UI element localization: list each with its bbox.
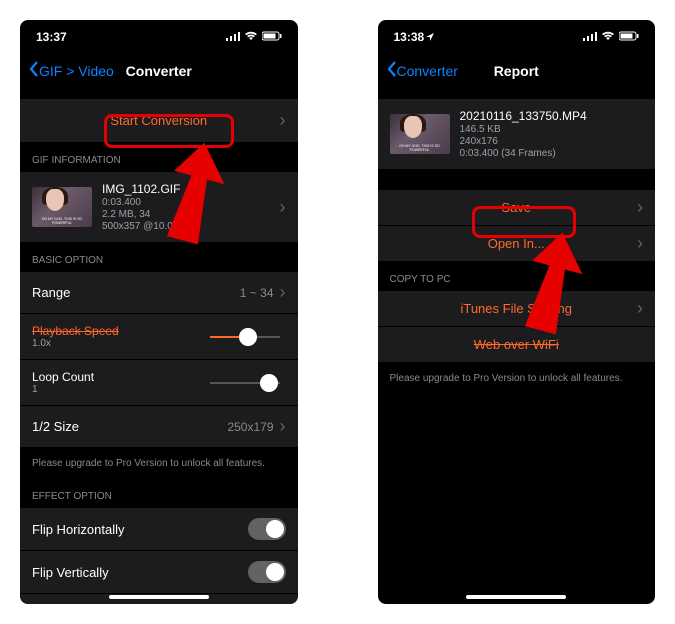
right-phone: 13:38 Converter Report	[378, 20, 656, 604]
gif-thumbnail	[32, 187, 92, 227]
file-dims: 500x357 @10.0fps	[102, 221, 280, 232]
chevron-right-icon: ›	[280, 197, 286, 218]
section-basic: BASIC OPTION	[20, 243, 298, 272]
location-icon	[426, 30, 434, 44]
flip-h-toggle[interactable]	[248, 518, 286, 540]
range-label: Range	[32, 285, 240, 300]
itunes-label: iTunes File Sharing	[460, 301, 572, 316]
half-size-row[interactable]: 1/2 Size 250x179 ›	[20, 406, 298, 448]
flip-h-label: Flip Horizontally	[32, 522, 248, 537]
file-dims: 240x176	[460, 136, 644, 147]
loop-value: 1	[32, 384, 210, 395]
chevron-right-icon: ›	[280, 110, 286, 131]
back-label: GIF > Video	[39, 63, 114, 79]
wifi-icon	[244, 30, 258, 44]
open-in-row[interactable]: Open In... ›	[378, 226, 656, 262]
playback-label: Playback Speed	[32, 324, 210, 338]
range-row[interactable]: Range 1 ~ 34 ›	[20, 272, 298, 314]
wifi-icon	[601, 30, 615, 44]
file-size: 146.5 KB	[460, 124, 644, 135]
upgrade-note: Please upgrade to Pro Version to unlock …	[20, 448, 298, 479]
web-wifi-row[interactable]: Web over WiFi	[378, 327, 656, 363]
chevron-right-icon: ›	[280, 416, 286, 437]
page-title: Converter	[126, 63, 192, 79]
flip-v-row[interactable]: Flip Vertically	[20, 551, 298, 594]
flip-h-row[interactable]: Flip Horizontally	[20, 508, 298, 551]
battery-icon	[619, 30, 639, 44]
file-size: 2.2 MB, 34	[102, 209, 280, 220]
file-meta: 20210116_133750.MP4 146.5 KB 240x176 0:0…	[460, 109, 644, 159]
file-info-row[interactable]: IMG_1102.GIF 0:03.400 2.2 MB, 34 500x357…	[20, 172, 298, 243]
save-row[interactable]: Save ›	[378, 190, 656, 226]
status-bar: 13:38	[378, 20, 656, 50]
half-value: 250x179	[227, 420, 273, 434]
upgrade-note: Please upgrade to Pro Version to unlock …	[378, 363, 656, 394]
section-copy: COPY TO PC	[378, 262, 656, 291]
playback-slider[interactable]	[210, 336, 280, 338]
mp4-thumbnail	[390, 114, 450, 154]
section-effect: EFFECT OPTION	[20, 479, 298, 508]
status-time: 13:37	[36, 30, 67, 44]
page-title: Report	[494, 63, 539, 79]
signal-icon	[583, 30, 597, 44]
nav-bar: Converter Report	[378, 50, 656, 93]
status-time: 13:38	[394, 30, 425, 44]
playback-speed-row[interactable]: Playback Speed 1.0x	[20, 314, 298, 360]
status-icons	[226, 30, 282, 44]
battery-icon	[262, 30, 282, 44]
back-label: Converter	[397, 63, 458, 79]
file-duration: 0:03.400	[102, 197, 280, 208]
open-in-label: Open In...	[488, 236, 545, 251]
file-info-row[interactable]: 20210116_133750.MP4 146.5 KB 240x176 0:0…	[378, 99, 656, 170]
loop-label: Loop Count	[32, 370, 210, 384]
save-label: Save	[501, 200, 531, 215]
range-value: 1 ~ 34	[240, 286, 274, 300]
itunes-row[interactable]: iTunes File Sharing ›	[378, 291, 656, 327]
start-conversion-row[interactable]: Start Conversion ›	[20, 99, 298, 143]
nav-bar: GIF > Video Converter	[20, 50, 298, 93]
chevron-right-icon: ›	[280, 282, 286, 303]
start-conversion-label: Start Conversion	[110, 113, 207, 128]
back-button[interactable]: GIF > Video	[28, 60, 114, 81]
chevron-right-icon: ›	[637, 233, 643, 254]
half-label: 1/2 Size	[32, 419, 227, 434]
web-wifi-label: Web over WiFi	[474, 337, 559, 352]
chevron-right-icon: ›	[637, 197, 643, 218]
playback-value: 1.0x	[32, 338, 210, 349]
loop-count-row[interactable]: Loop Count 1	[20, 360, 298, 406]
flip-v-toggle[interactable]	[248, 561, 286, 583]
section-gif-info: GIF INFORMATION	[20, 143, 298, 172]
chevron-left-icon	[386, 60, 397, 81]
file-duration: 0:03.400 (34 Frames)	[460, 148, 644, 159]
home-indicator[interactable]	[466, 595, 566, 599]
file-name: IMG_1102.GIF	[102, 182, 280, 196]
back-button[interactable]: Converter	[386, 60, 458, 81]
flip-v-label: Flip Vertically	[32, 565, 248, 580]
left-phone: 13:37 GIF > Video Converter Start Conver…	[20, 20, 298, 604]
chevron-left-icon	[28, 60, 39, 81]
file-name: 20210116_133750.MP4	[460, 109, 644, 123]
status-icons	[583, 30, 639, 44]
file-meta: IMG_1102.GIF 0:03.400 2.2 MB, 34 500x357…	[102, 182, 280, 232]
home-indicator[interactable]	[109, 595, 209, 599]
status-bar: 13:37	[20, 20, 298, 50]
loop-slider[interactable]	[210, 382, 280, 384]
signal-icon	[226, 30, 240, 44]
chevron-right-icon: ›	[637, 298, 643, 319]
